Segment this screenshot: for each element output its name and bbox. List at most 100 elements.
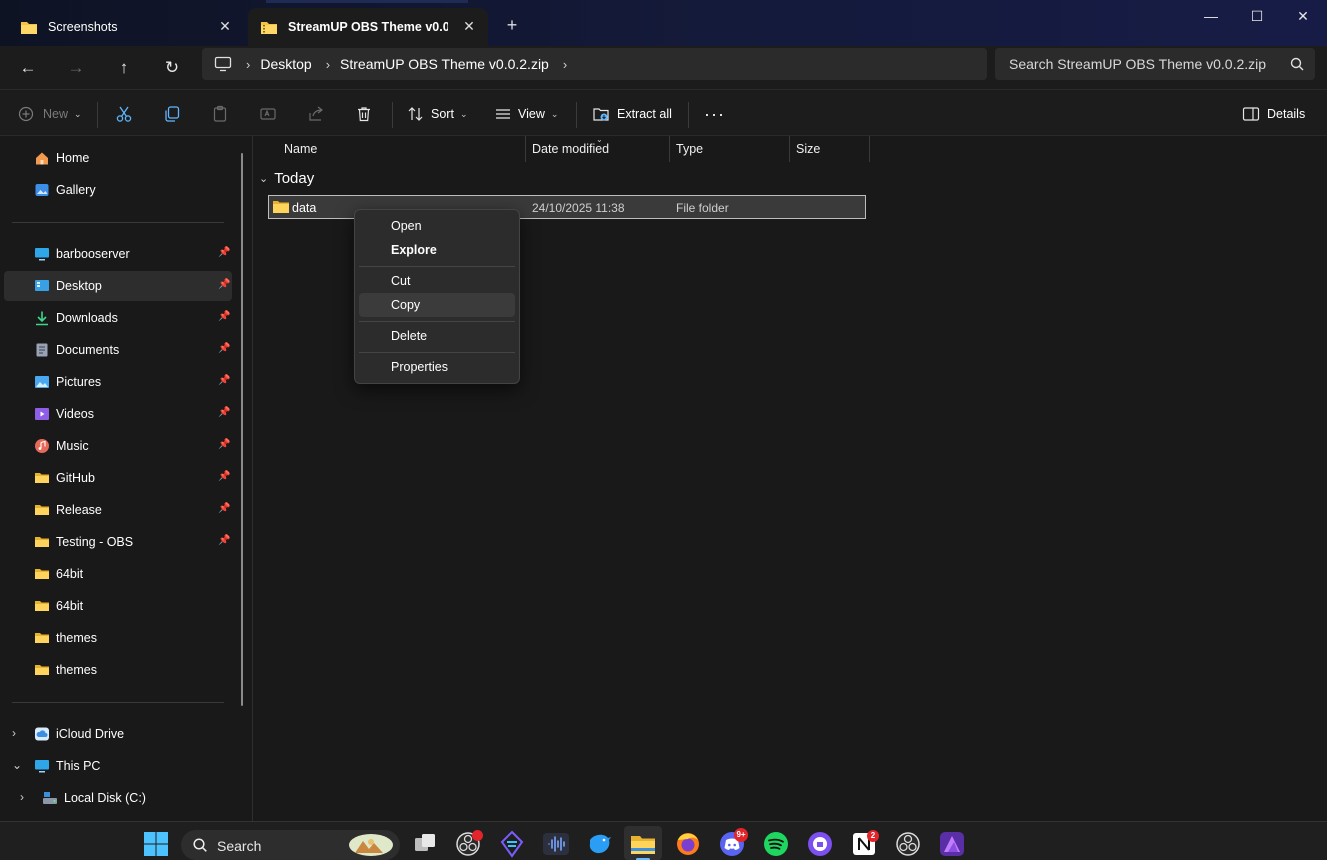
audio-app-icon[interactable]: [542, 830, 570, 858]
github-desktop-icon[interactable]: [806, 830, 834, 858]
recording-badge: [472, 830, 483, 841]
breadcrumb[interactable]: › Desktop › StreamUP OBS Theme v0.0.2.zi…: [202, 48, 987, 80]
column-name-label: Name: [284, 142, 318, 156]
tab-screenshots[interactable]: Screenshots ✕: [8, 8, 244, 46]
close-tab-icon[interactable]: ✕: [216, 17, 234, 35]
column-divider[interactable]: [869, 136, 870, 162]
sidebar-item-documents[interactable]: Documents 📌: [4, 335, 232, 365]
new-tab-button[interactable]: +: [500, 14, 524, 36]
search-icon[interactable]: [1289, 56, 1305, 72]
pin-icon[interactable]: 📌: [218, 471, 230, 485]
view-button[interactable]: View ⌄: [494, 100, 558, 128]
column-header-date[interactable]: Date modified: [525, 136, 669, 162]
column-header-type[interactable]: Type: [669, 136, 789, 162]
obs-secondary-icon[interactable]: [894, 830, 922, 858]
column-header-size[interactable]: Size: [789, 136, 869, 162]
pin-icon[interactable]: 📌: [218, 343, 230, 357]
pin-icon[interactable]: 📌: [218, 503, 230, 517]
sidebar-item-label: Release: [56, 503, 102, 517]
sidebar-item-home[interactable]: Home: [4, 143, 232, 173]
forward-button[interactable]: →: [60, 52, 92, 84]
menu-item-cut[interactable]: Cut: [359, 269, 515, 293]
tab-streamup-zip[interactable]: StreamUP OBS Theme v0.0.2.zip ✕: [248, 8, 488, 46]
sidebar-item-themes[interactable]: themes: [4, 623, 232, 653]
copy-button[interactable]: [163, 100, 181, 128]
chevron-right-icon[interactable]: ›: [12, 726, 16, 740]
pin-icon[interactable]: 📌: [218, 439, 230, 453]
new-button[interactable]: New ⌄: [18, 100, 82, 128]
group-header-today[interactable]: ⌄ Today: [259, 170, 314, 187]
pin-icon[interactable]: 📌: [218, 535, 230, 549]
menu-item-delete[interactable]: Delete: [359, 324, 515, 348]
close-tab-icon[interactable]: ✕: [460, 17, 478, 35]
breadcrumb-desktop[interactable]: Desktop: [260, 56, 311, 72]
details-button[interactable]: Details: [1242, 100, 1305, 128]
sidebar-item-downloads[interactable]: Downloads 📌: [4, 303, 232, 333]
share-button[interactable]: [307, 100, 325, 128]
breadcrumb-zip[interactable]: StreamUP OBS Theme v0.0.2.zip: [340, 56, 549, 72]
pin-icon[interactable]: 📌: [218, 279, 230, 293]
tab-label: Screenshots: [48, 20, 118, 34]
windows-start-icon[interactable]: [142, 830, 170, 858]
sidebar-item-this-pc[interactable]: ⌄ This PC: [4, 751, 232, 781]
sidebar-item-gallery[interactable]: Gallery: [4, 175, 232, 205]
sidebar-item-music[interactable]: Music 📌: [4, 431, 232, 461]
extract-all-button[interactable]: Extract all: [592, 100, 672, 128]
sidebar-item-themes[interactable]: themes: [4, 655, 232, 685]
more-options-button[interactable]: ···: [704, 100, 725, 128]
pin-icon[interactable]: 📌: [218, 375, 230, 389]
sidebar-item-pictures[interactable]: Pictures 📌: [4, 367, 232, 397]
sidebar-item-desktop[interactable]: Desktop 📌: [4, 271, 232, 301]
sidebar-item-64bit[interactable]: 64bit: [4, 591, 232, 621]
back-button[interactable]: ←: [12, 52, 44, 84]
pin-icon[interactable]: 📌: [218, 311, 230, 325]
affinity-icon[interactable]: [938, 830, 966, 858]
file-explorer-icon[interactable]: [629, 830, 657, 858]
pin-icon[interactable]: 📌: [218, 407, 230, 421]
paste-button[interactable]: [211, 100, 229, 128]
pin-icon[interactable]: 📌: [218, 247, 230, 261]
sidebar-item-github[interactable]: GitHub 📌: [4, 463, 232, 493]
rename-button[interactable]: [259, 100, 277, 128]
search-box[interactable]: [995, 48, 1315, 80]
divider: [97, 102, 98, 128]
refresh-button[interactable]: ↻: [156, 52, 188, 84]
maximize-button[interactable]: ☐: [1234, 4, 1280, 28]
delete-button[interactable]: [355, 100, 373, 128]
chevron-right-icon[interactable]: ›: [326, 57, 330, 72]
menu-item-open[interactable]: Open: [359, 214, 515, 238]
taskbar-search[interactable]: Search: [181, 830, 400, 860]
cut-button[interactable]: [115, 100, 133, 128]
up-button[interactable]: ↑: [108, 52, 140, 84]
sidebar-scrollbar[interactable]: [241, 153, 243, 706]
bird-app-icon[interactable]: [586, 830, 614, 858]
sidebar-item-64bit[interactable]: 64bit: [4, 559, 232, 589]
sidebar-item-label: Local Disk (C:): [64, 791, 146, 805]
sidebar-item-barbooserver[interactable]: barbooserver 📌: [4, 239, 232, 269]
spotify-icon[interactable]: [762, 830, 790, 858]
chevron-right-icon[interactable]: ›: [20, 790, 24, 804]
sidebar-item-local-disk[interactable]: › Local Disk (C:): [4, 783, 232, 813]
folder-icon: [35, 665, 49, 675]
close-window-button[interactable]: ✕: [1280, 4, 1326, 28]
search-input[interactable]: [995, 48, 1275, 80]
sidebar-item-videos[interactable]: Videos 📌: [4, 399, 232, 429]
pc-icon: [35, 760, 49, 773]
group-label: Today: [274, 170, 315, 187]
sidebar-item-testing-obs[interactable]: Testing - OBS 📌: [4, 527, 232, 557]
chevron-right-icon[interactable]: ›: [246, 57, 250, 72]
menu-item-explore[interactable]: Explore: [359, 238, 515, 262]
sidebar-item-release[interactable]: Release 📌: [4, 495, 232, 525]
column-header-name[interactable]: Name: [277, 136, 525, 162]
sidebar-item-icloud-drive[interactable]: › iCloud Drive: [4, 719, 232, 749]
task-view-icon[interactable]: [411, 830, 439, 858]
sidebar-item-label: themes: [56, 663, 97, 677]
minimize-button[interactable]: —: [1188, 4, 1234, 28]
firefox-icon[interactable]: [674, 830, 702, 858]
chevron-right-icon[interactable]: ›: [563, 57, 567, 72]
menu-item-copy[interactable]: Copy: [359, 293, 515, 317]
sort-button[interactable]: Sort ⌄: [407, 100, 467, 128]
chevron-down-icon[interactable]: ⌄: [12, 758, 22, 772]
streamup-icon[interactable]: [498, 830, 526, 858]
menu-item-properties[interactable]: Properties: [359, 355, 515, 379]
